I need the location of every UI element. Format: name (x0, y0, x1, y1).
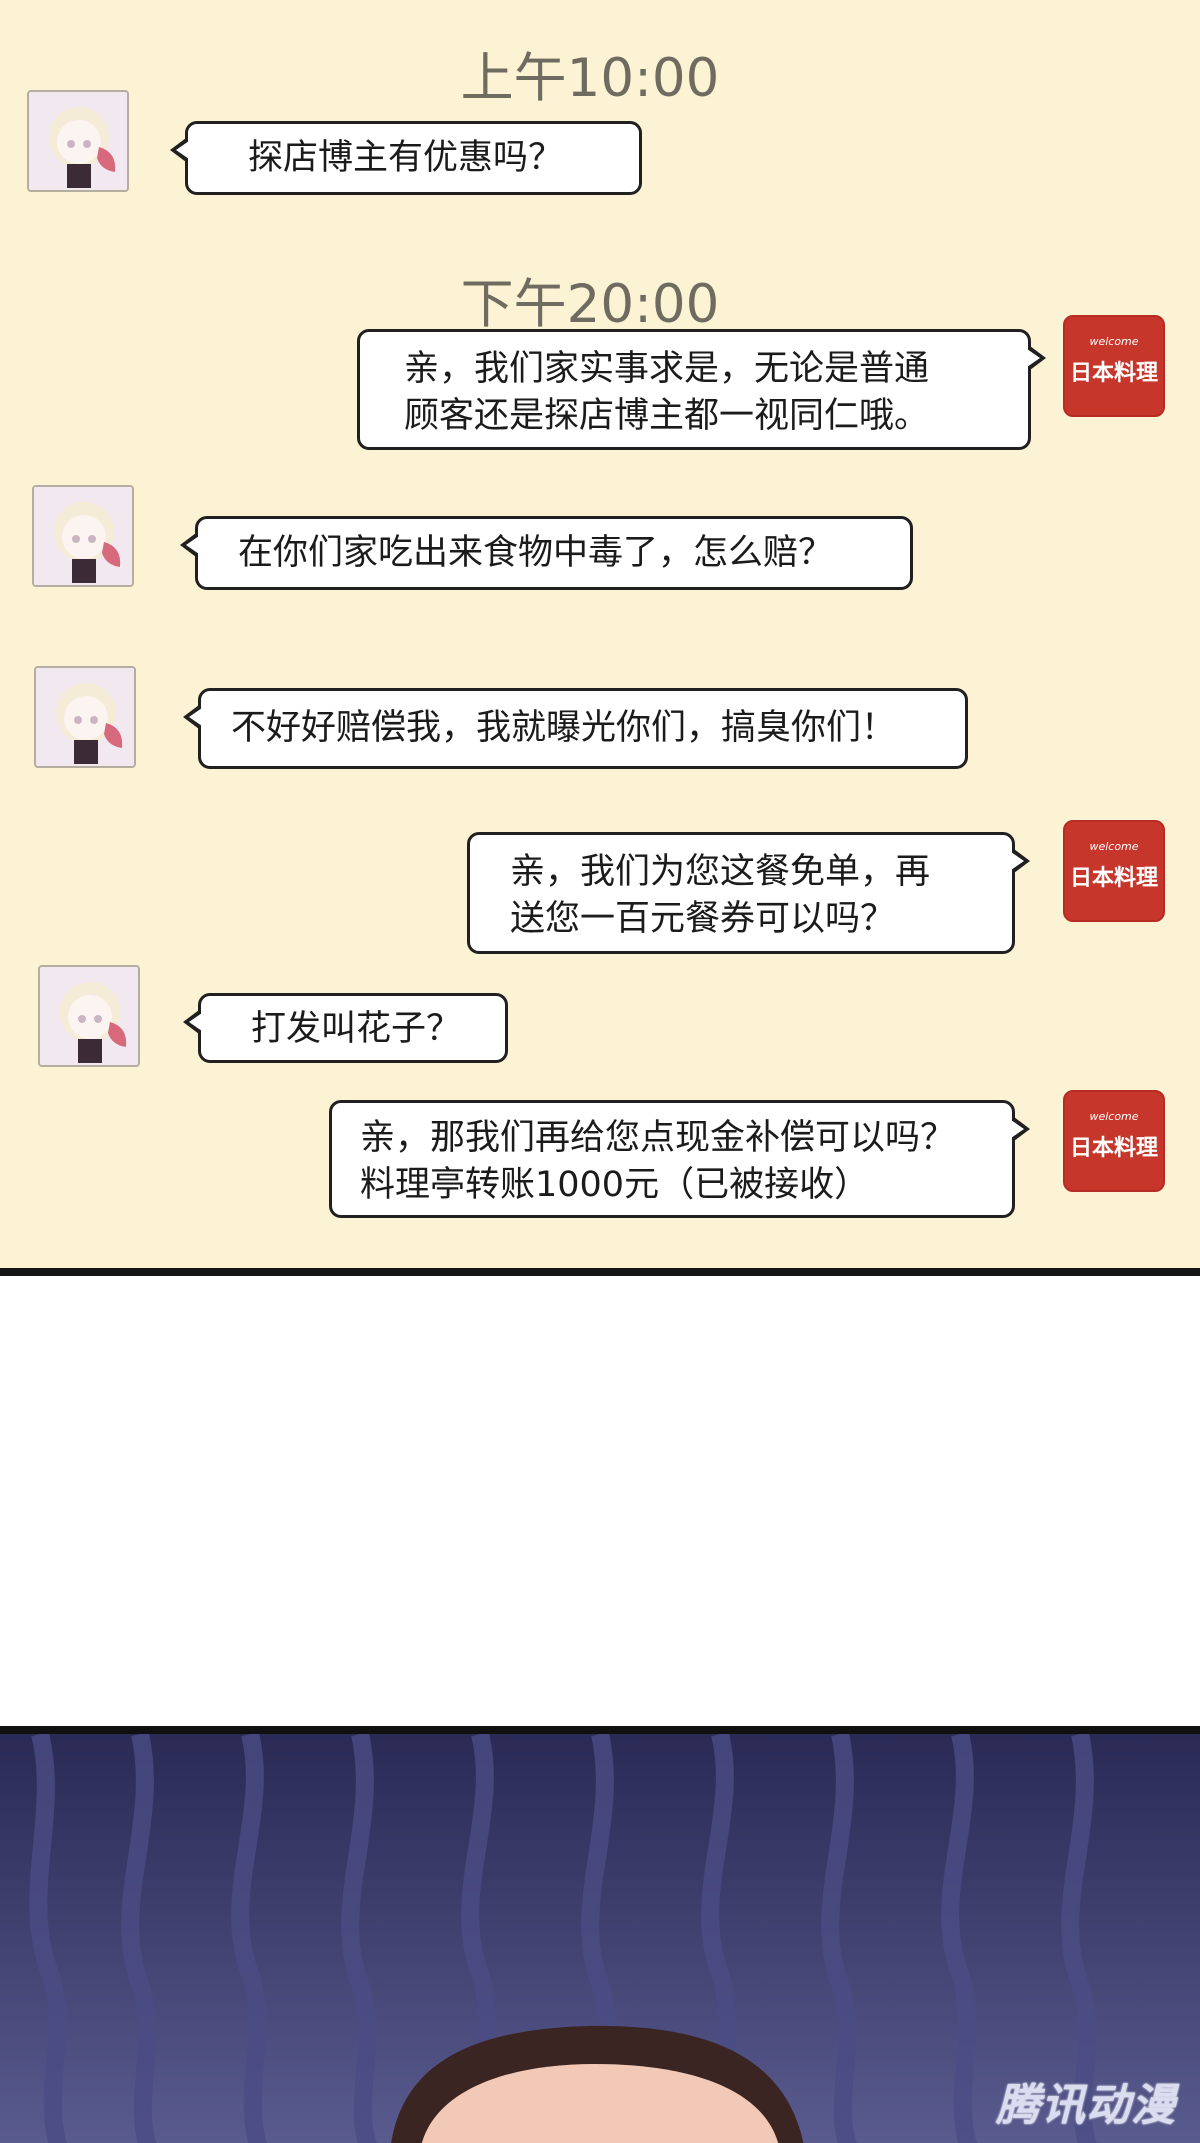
panel-divider (0, 1268, 1200, 1276)
message-bubble-4[interactable]: 不好好赔偿我，我就曝光你们，搞臭你们！ (183, 688, 968, 769)
timestamp-evening: 下午20:00 (460, 274, 720, 335)
timestamp-morning: 上午10:00 (460, 48, 720, 109)
shop-logo-welcome: welcome (1089, 840, 1139, 853)
user-avatar[interactable] (34, 666, 136, 768)
watermark-logo: 腾讯动漫 (996, 2080, 1176, 2131)
user-avatar[interactable] (38, 965, 140, 1067)
shop-logo-name: 日本料理 (1069, 866, 1158, 891)
message-bubble-6[interactable]: 打发叫花子？ (183, 993, 508, 1063)
message-bubble-2[interactable]: 亲，我们家实事求是，无论是普通 顾客还是探店博主都一视同仁哦。 (357, 329, 1046, 450)
chibi-girl-icon (36, 668, 134, 766)
chat-panel: 上午10:00 探店博主有优惠吗？ 下午20:00 亲，我们家实事求是，无论是普… (0, 0, 1200, 1268)
user-avatar[interactable] (32, 485, 134, 587)
chibi-girl-icon (40, 967, 138, 1065)
shop-logo-welcome: welcome (1089, 335, 1139, 348)
message-bubble-5[interactable]: 亲，我们为您这餐免单，再 送您一百元餐券可以吗？ (467, 832, 1030, 954)
shop-avatar[interactable]: welcome 日本料理 (1063, 1090, 1165, 1192)
message-bubble-3[interactable]: 在你们家吃出来食物中毒了，怎么赔？ (180, 516, 913, 590)
message-bubble-1[interactable]: 探店博主有优惠吗？ (170, 121, 642, 195)
message-bubble-7[interactable]: 亲，那我们再给您点现金补偿可以吗？ 料理亭转账1000元（已被接收） (329, 1100, 1030, 1218)
shop-logo-name: 日本料理 (1069, 361, 1158, 386)
blank-panel (0, 1276, 1200, 1726)
comic-scene-panel: 腾讯动漫 (0, 1726, 1200, 2143)
shop-logo-name: 日本料理 (1069, 1136, 1158, 1161)
user-avatar[interactable] (27, 90, 129, 192)
shop-logo-welcome: welcome (1089, 1110, 1139, 1123)
chibi-girl-icon (34, 487, 132, 585)
shop-avatar[interactable]: welcome 日本料理 (1063, 315, 1165, 417)
chibi-girl-icon (29, 92, 127, 190)
shop-avatar[interactable]: welcome 日本料理 (1063, 820, 1165, 922)
